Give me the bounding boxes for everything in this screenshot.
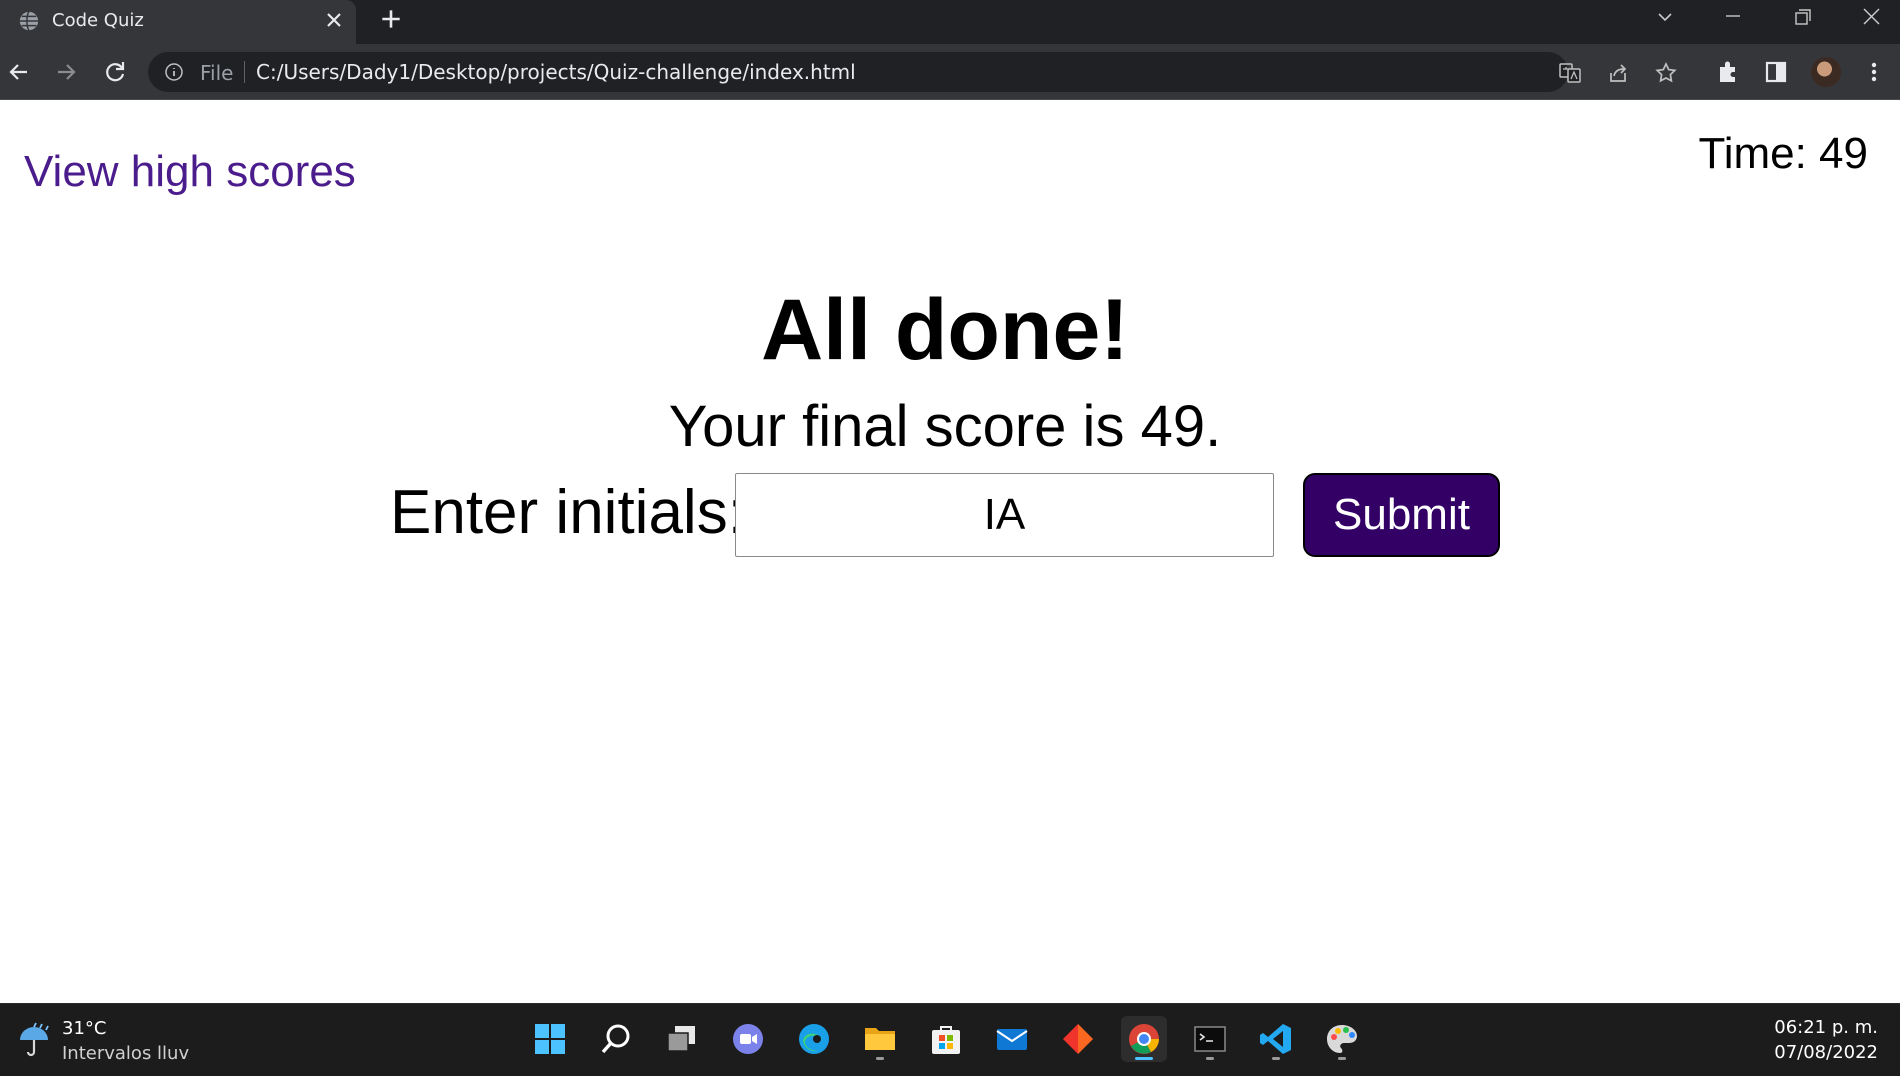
mail-button[interactable]	[989, 1016, 1035, 1062]
side-panel-icon[interactable]	[1762, 58, 1790, 86]
initials-label: Enter initials:	[390, 478, 745, 547]
clock-time[interactable]: 06:21 p. m.	[1774, 1017, 1878, 1038]
running-indicator	[1206, 1057, 1214, 1060]
address-prefix: File	[200, 61, 234, 85]
rain-umbrella-icon[interactable]	[14, 1020, 54, 1060]
reload-icon[interactable]	[101, 58, 129, 86]
windows-start-button[interactable]	[527, 1016, 573, 1062]
final-score-text: Your final score is 49.	[0, 393, 1890, 460]
timer-label: Time:	[1698, 129, 1820, 178]
search-icon	[601, 1024, 630, 1054]
git-app-icon	[1063, 1024, 1093, 1054]
close-icon[interactable]	[322, 8, 346, 32]
restore-icon[interactable]	[1787, 4, 1817, 32]
weather-description: Intervalos lluv	[62, 1043, 190, 1064]
teams-chat-icon	[733, 1024, 763, 1054]
vscode-button[interactable]	[1253, 1016, 1299, 1062]
address-bar[interactable]: File C:/Users/Dady1/Desktop/projects/Qui…	[148, 52, 1677, 92]
running-indicator	[1338, 1057, 1346, 1060]
file-explorer-button[interactable]	[857, 1016, 903, 1062]
translate-icon[interactable]	[1558, 61, 1582, 85]
minimize-icon[interactable]	[1718, 4, 1748, 32]
star-icon[interactable]	[1654, 61, 1678, 85]
view-high-scores-link[interactable]: View high scores	[24, 147, 356, 197]
teams-chat-button[interactable]	[725, 1016, 771, 1062]
edge-icon	[799, 1024, 829, 1054]
windows-start-icon	[535, 1024, 565, 1054]
task-view-button[interactable]	[659, 1016, 705, 1062]
paint-icon	[1327, 1025, 1357, 1053]
terminal-icon	[1194, 1026, 1226, 1052]
final-score-value: 49	[1140, 394, 1206, 459]
chrome-icon	[1129, 1024, 1159, 1054]
globe-icon	[19, 11, 39, 31]
chrome-button[interactable]	[1121, 1016, 1167, 1062]
close-window-icon[interactable]	[1856, 4, 1886, 32]
running-indicator	[876, 1057, 884, 1060]
kebab-menu-icon[interactable]	[1860, 58, 1888, 86]
initials-input[interactable]	[735, 473, 1274, 557]
edge-button[interactable]	[791, 1016, 837, 1062]
tab-title: Code Quiz	[52, 10, 144, 31]
browser-titlebar: Code Quiz	[0, 0, 1900, 44]
running-indicator	[1272, 1057, 1280, 1060]
microsoft-store-icon	[932, 1026, 960, 1054]
address-url[interactable]: C:/Users/Dady1/Desktop/projects/Quiz-cha…	[256, 60, 856, 84]
microsoft-store-button[interactable]	[923, 1016, 969, 1062]
mail-icon	[996, 1029, 1028, 1050]
share-icon[interactable]	[1606, 61, 1630, 85]
final-score-label: Your final score is	[668, 394, 1141, 459]
taskbar: 31°C Intervalos lluv 06:21 p. m. 07/08/2…	[0, 1003, 1900, 1076]
vscode-icon	[1260, 1024, 1291, 1054]
paint-button[interactable]	[1319, 1016, 1365, 1062]
search-button[interactable]	[593, 1016, 639, 1062]
timer-value: 49	[1819, 129, 1868, 178]
address-divider	[244, 61, 245, 83]
browser-toolbar: File C:/Users/Dady1/Desktop/projects/Qui…	[0, 44, 1900, 100]
clock-date[interactable]: 07/08/2022	[1774, 1042, 1878, 1063]
puzzle-icon[interactable]	[1714, 58, 1742, 86]
page-content: View high scores Time: 49 All done! Your…	[0, 101, 1900, 1003]
file-explorer-icon	[865, 1028, 895, 1050]
forward-arrow-icon[interactable]	[52, 58, 80, 86]
timer: Time: 49	[1698, 129, 1868, 179]
tab-code-quiz[interactable]: Code Quiz	[0, 0, 356, 44]
task-view-icon	[667, 1026, 695, 1052]
active-indicator	[1135, 1057, 1153, 1060]
final-score-suffix: .	[1205, 394, 1222, 459]
git-app-button[interactable]	[1055, 1016, 1101, 1062]
back-arrow-icon[interactable]	[5, 58, 33, 86]
chevron-down-icon[interactable]	[1650, 4, 1680, 32]
page-title: All done!	[761, 282, 1129, 378]
avatar[interactable]	[1811, 57, 1841, 87]
submit-button[interactable]: Submit	[1303, 473, 1500, 557]
terminal-button[interactable]	[1187, 1016, 1233, 1062]
plus-icon[interactable]	[378, 6, 404, 32]
info-icon[interactable]	[164, 62, 184, 82]
weather-temperature: 31°C	[62, 1018, 107, 1039]
